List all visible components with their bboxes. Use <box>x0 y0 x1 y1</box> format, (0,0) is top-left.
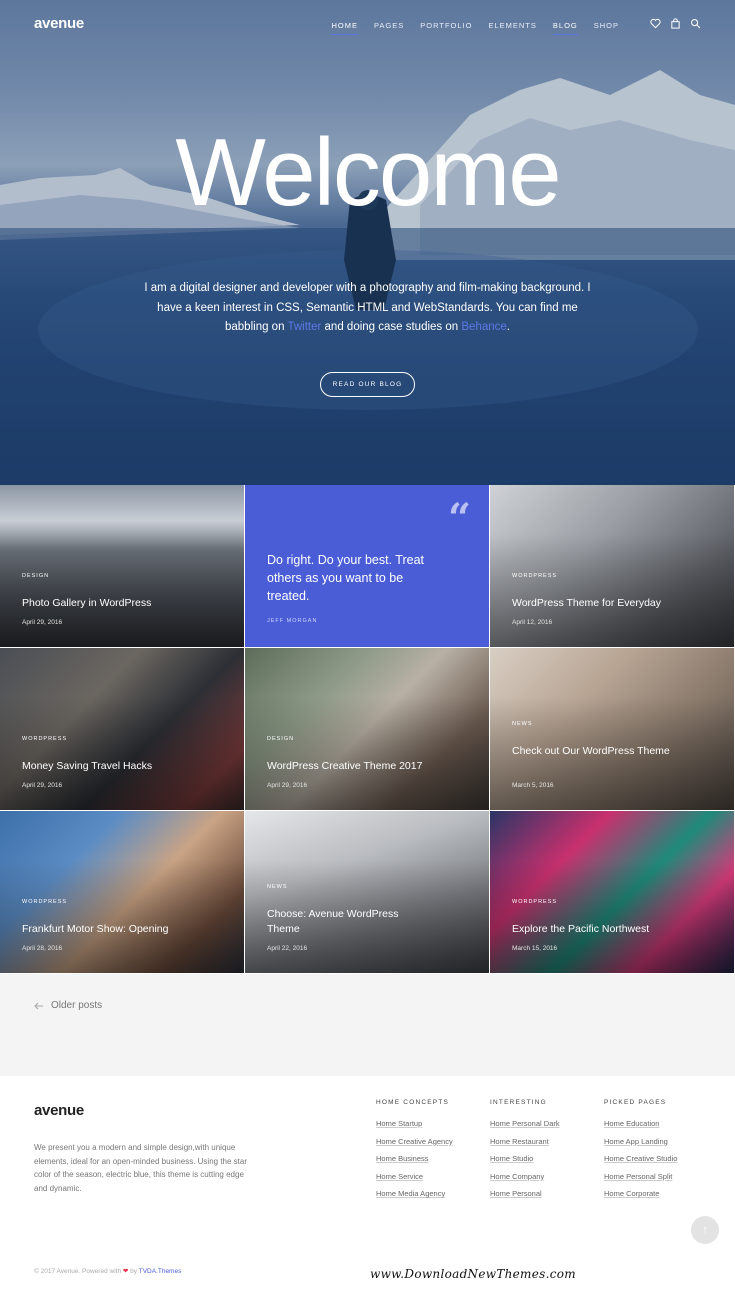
footer-link[interactable]: Home Business <box>376 1150 486 1168</box>
footer-link[interactable]: Home Studio <box>490 1150 600 1168</box>
post-date: March 15, 2016 <box>512 945 558 952</box>
nav-item-blog[interactable]: BLOG <box>552 21 578 35</box>
post-date: March 5, 2016 <box>512 782 554 789</box>
post-card[interactable]: WORDPRESS Frankfurt Motor Show: Opening … <box>0 811 244 973</box>
pagination: Older posts <box>0 974 735 1076</box>
post-category[interactable]: DESIGN <box>22 573 49 579</box>
post-date: April 29, 2016 <box>267 782 308 789</box>
author-link[interactable]: TVDA.Themes <box>139 1268 182 1275</box>
post-card[interactable]: DESIGN Photo Gallery in WordPress April … <box>0 485 244 647</box>
hero-text-part: and doing case studies on <box>321 321 462 333</box>
post-date: April 29, 2016 <box>22 782 63 789</box>
post-title[interactable]: Money Saving Travel Hacks <box>22 759 222 774</box>
bag-icon[interactable] <box>670 18 681 29</box>
watermark: www.DownloadNewThemes.com <box>370 1267 576 1281</box>
copyright-by-label: by <box>130 1268 138 1275</box>
footer-column-home-concepts: HOME CONCEPTS Home Startup Home Creative… <box>376 1099 486 1203</box>
footer-link[interactable]: Home Creative Studio <box>604 1150 714 1168</box>
top-navigation: avenue HOME PAGES PORTFOLIO ELEMENTS BLO… <box>0 0 735 52</box>
post-title[interactable]: WordPress Theme for Everyday <box>512 596 712 611</box>
site-logo[interactable]: avenue <box>34 15 84 32</box>
post-date: April 28, 2016 <box>22 945 63 952</box>
post-date: April 29, 2016 <box>22 619 63 626</box>
footer-link[interactable]: Home Personal Dark <box>490 1115 600 1133</box>
post-card[interactable]: DESIGN WordPress Creative Theme 2017 Apr… <box>245 648 489 810</box>
nav-icon-group <box>650 18 701 29</box>
post-category[interactable]: DESIGN <box>267 736 294 742</box>
post-category[interactable]: WORDPRESS <box>22 736 67 742</box>
post-card[interactable]: WORDPRESS WordPress Theme for Everyday A… <box>490 485 734 647</box>
hero-text-part: . <box>506 321 510 333</box>
footer-link[interactable]: Home Personal Split <box>604 1168 714 1186</box>
post-title[interactable]: WordPress Creative Theme 2017 <box>267 759 467 774</box>
footer-link[interactable]: Home Company <box>490 1168 600 1186</box>
post-title[interactable]: Frankfurt Motor Show: Opening <box>22 922 222 937</box>
post-grid: DESIGN Photo Gallery in WordPress April … <box>0 485 735 974</box>
post-date: April 12, 2016 <box>512 619 553 626</box>
footer-link[interactable]: Home Education <box>604 1115 714 1133</box>
hero-title: Welcome <box>175 119 561 226</box>
footer-link[interactable]: Home Personal <box>490 1185 600 1203</box>
quote-card: “ Do right. Do your best. Treat others a… <box>245 485 489 647</box>
footer-column-interesting: INTERESTING Home Personal Dark Home Rest… <box>490 1099 600 1203</box>
nav-item-portfolio[interactable]: PORTFOLIO <box>420 21 472 35</box>
footer-column-title: HOME CONCEPTS <box>376 1099 450 1106</box>
post-category[interactable]: NEWS <box>267 884 288 890</box>
hero-intro-text: I am a digital designer and developer wi… <box>140 279 595 338</box>
quote-author: JEFF MORGAN <box>267 618 318 624</box>
footer-link[interactable]: Home Restaurant <box>490 1133 600 1151</box>
quote-text: Do right. Do your best. Treat others as … <box>267 553 425 603</box>
heart-icon: ❤ <box>122 1268 129 1275</box>
footer-link[interactable]: Home Service <box>376 1168 486 1186</box>
footer-column-title: PICKED PAGES <box>604 1099 667 1106</box>
arrow-left-icon <box>34 1002 43 1009</box>
footer-link[interactable]: Home Corporate <box>604 1185 714 1203</box>
copyright-label: © 2017 Avenue. Powered with <box>34 1268 122 1275</box>
nav-item-shop[interactable]: SHOP <box>594 21 619 35</box>
post-title[interactable]: Explore the Pacific Northwest <box>512 922 712 937</box>
footer-link[interactable]: Home Media Agency <box>376 1185 486 1203</box>
post-category[interactable]: WORDPRESS <box>22 899 67 905</box>
nav-item-pages[interactable]: PAGES <box>374 21 404 35</box>
footer-column-title: INTERESTING <box>490 1099 547 1106</box>
behance-link[interactable]: Behance <box>461 321 506 333</box>
arrow-up-icon: ↑ <box>702 1224 708 1236</box>
nav-item-elements[interactable]: ELEMENTS <box>488 21 536 35</box>
footer-link[interactable]: Home App Landing <box>604 1133 714 1151</box>
hero-overlay <box>0 0 735 485</box>
post-title[interactable]: Photo Gallery in WordPress <box>22 596 222 611</box>
read-our-blog-button[interactable]: READ OUR BLOG <box>320 372 415 397</box>
twitter-link[interactable]: Twitter <box>287 321 321 333</box>
post-title[interactable]: Choose: Avenue WordPress Theme <box>267 907 427 937</box>
main-menu: HOME PAGES PORTFOLIO ELEMENTS BLOG SHOP <box>315 21 619 35</box>
copyright-text: © 2017 Avenue. Powered with ❤ by TVDA.Th… <box>34 1267 181 1275</box>
footer-description: We present you a modern and simple desig… <box>34 1143 248 1193</box>
post-title[interactable]: Check out Our WordPress Theme <box>512 744 672 759</box>
post-card[interactable]: NEWS Choose: Avenue WordPress Theme Apri… <box>245 811 489 973</box>
post-category[interactable]: NEWS <box>512 721 533 727</box>
heart-icon[interactable] <box>650 18 661 29</box>
quote-icon: “ <box>447 495 471 542</box>
post-card[interactable]: WORDPRESS Explore the Pacific Northwest … <box>490 811 734 973</box>
search-icon[interactable] <box>690 18 701 29</box>
hero-section: avenue HOME PAGES PORTFOLIO ELEMENTS BLO… <box>0 0 735 485</box>
post-card[interactable]: WORDPRESS Money Saving Travel Hacks Apri… <box>0 648 244 810</box>
post-category[interactable]: WORDPRESS <box>512 573 557 579</box>
footer-link[interactable]: Home Startup <box>376 1115 486 1133</box>
post-card[interactable]: NEWS Check out Our WordPress Theme March… <box>490 648 734 810</box>
scroll-to-top-button[interactable]: ↑ <box>691 1216 719 1244</box>
footer-logo[interactable]: avenue <box>34 1102 84 1119</box>
footer-link[interactable]: Home Creative Agency <box>376 1133 486 1151</box>
post-category[interactable]: WORDPRESS <box>512 899 557 905</box>
site-footer: avenue We present you a modern and simpl… <box>0 1076 735 1304</box>
older-posts-link[interactable]: Older posts <box>34 1000 102 1011</box>
footer-column-picked-pages: PICKED PAGES Home Education Home App Lan… <box>604 1099 714 1203</box>
post-date: April 22, 2016 <box>267 945 308 952</box>
nav-item-home[interactable]: HOME <box>331 21 358 35</box>
older-posts-label: Older posts <box>51 1000 103 1011</box>
